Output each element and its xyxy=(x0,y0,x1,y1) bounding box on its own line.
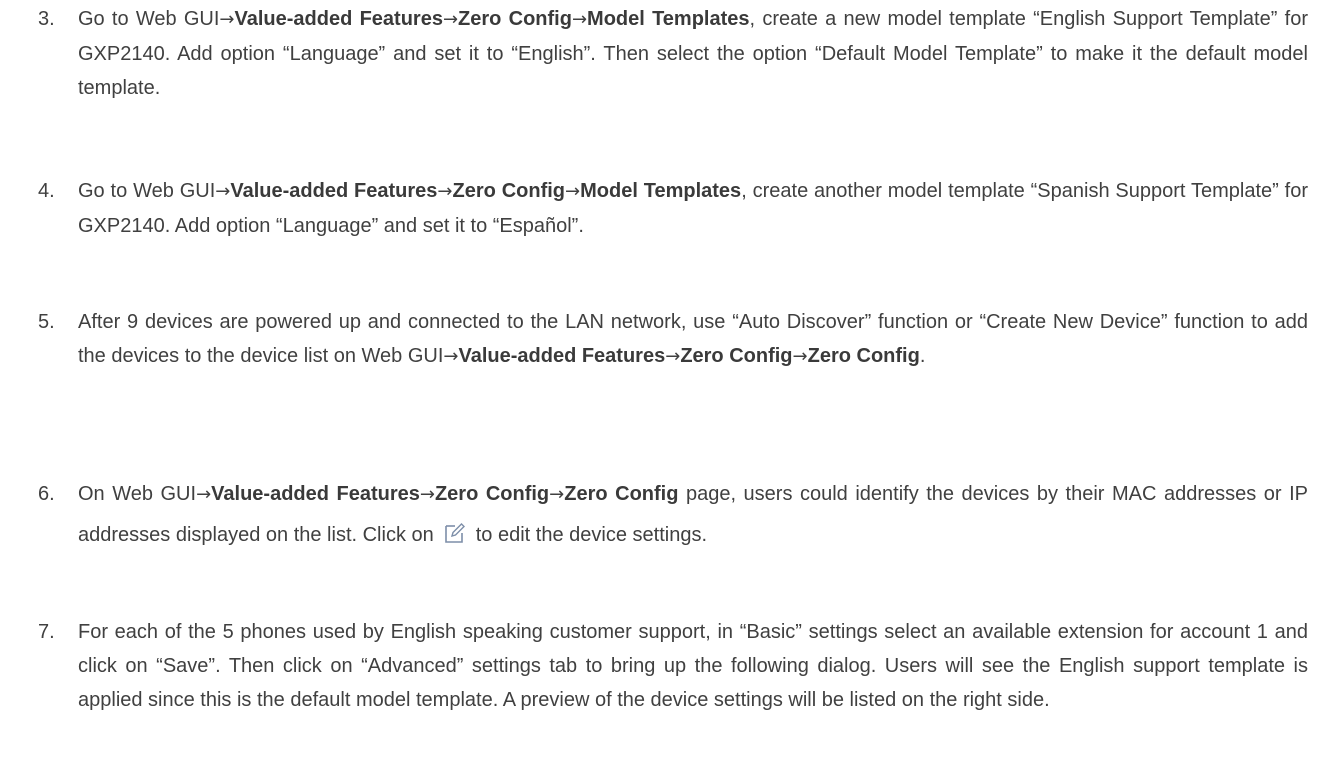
path-segment: Value-added Features xyxy=(234,8,443,30)
path-segment: Zero Config xyxy=(807,345,920,367)
arrow-icon: → xyxy=(442,9,459,30)
arrow-icon: → xyxy=(565,181,581,202)
arrow-icon: → xyxy=(419,484,435,505)
step-number: 7. xyxy=(38,621,55,643)
path-segment: Value-added Features xyxy=(211,483,420,505)
path-segment: Value-added Features xyxy=(458,345,666,367)
step-text: After 9 devices are powered up and conne… xyxy=(78,311,1308,367)
step-5: 5. After 9 devices are powered up and co… xyxy=(38,305,1308,374)
step-3: 3. Go to Web GUI→Value-added Features→Ze… xyxy=(38,2,1308,105)
path-segment: Zero Config xyxy=(458,8,572,30)
path-segment: Value-added Features xyxy=(230,180,438,202)
document-page: 3. Go to Web GUI→Value-added Features→Ze… xyxy=(0,0,1337,784)
step-text: For each of the 5 phones used by English… xyxy=(78,621,1308,711)
arrow-icon: → xyxy=(549,484,565,505)
arrow-icon: → xyxy=(792,346,808,367)
arrow-icon: → xyxy=(219,9,235,30)
step-4: 4. Go to Web GUI→Value-added Features→Ze… xyxy=(38,174,1308,243)
step-7: 7. For each of the 5 phones used by Engl… xyxy=(38,615,1308,717)
path-segment: Model Templates xyxy=(587,8,750,30)
step-text: Go to Web GUI→Value-added Features→Zero … xyxy=(78,180,1308,237)
arrow-icon: → xyxy=(215,181,231,202)
path-segment: Zero Config xyxy=(564,483,679,505)
path-segment: Zero Config xyxy=(434,483,550,505)
step-6: 6. On Web GUI→Value-added Features→Zero … xyxy=(38,474,1308,555)
step-number: 6. xyxy=(38,483,55,505)
step-number: 3. xyxy=(38,8,55,30)
arrow-icon: → xyxy=(571,9,588,30)
step-text: On Web GUI→Value-added Features→Zero Con… xyxy=(78,483,1308,546)
step-text: Go to Web GUI→Value-added Features→Zero … xyxy=(78,8,1308,99)
arrow-icon: → xyxy=(437,181,453,202)
step-number: 5. xyxy=(38,311,55,333)
edit-icon xyxy=(442,519,466,543)
step-number: 4. xyxy=(38,180,55,202)
path-segment: Model Templates xyxy=(580,180,742,202)
arrow-icon: → xyxy=(196,484,212,505)
arrow-icon: → xyxy=(443,346,459,367)
path-segment: Zero Config xyxy=(452,180,566,202)
arrow-icon: → xyxy=(665,346,681,367)
path-segment: Zero Config xyxy=(680,345,793,367)
